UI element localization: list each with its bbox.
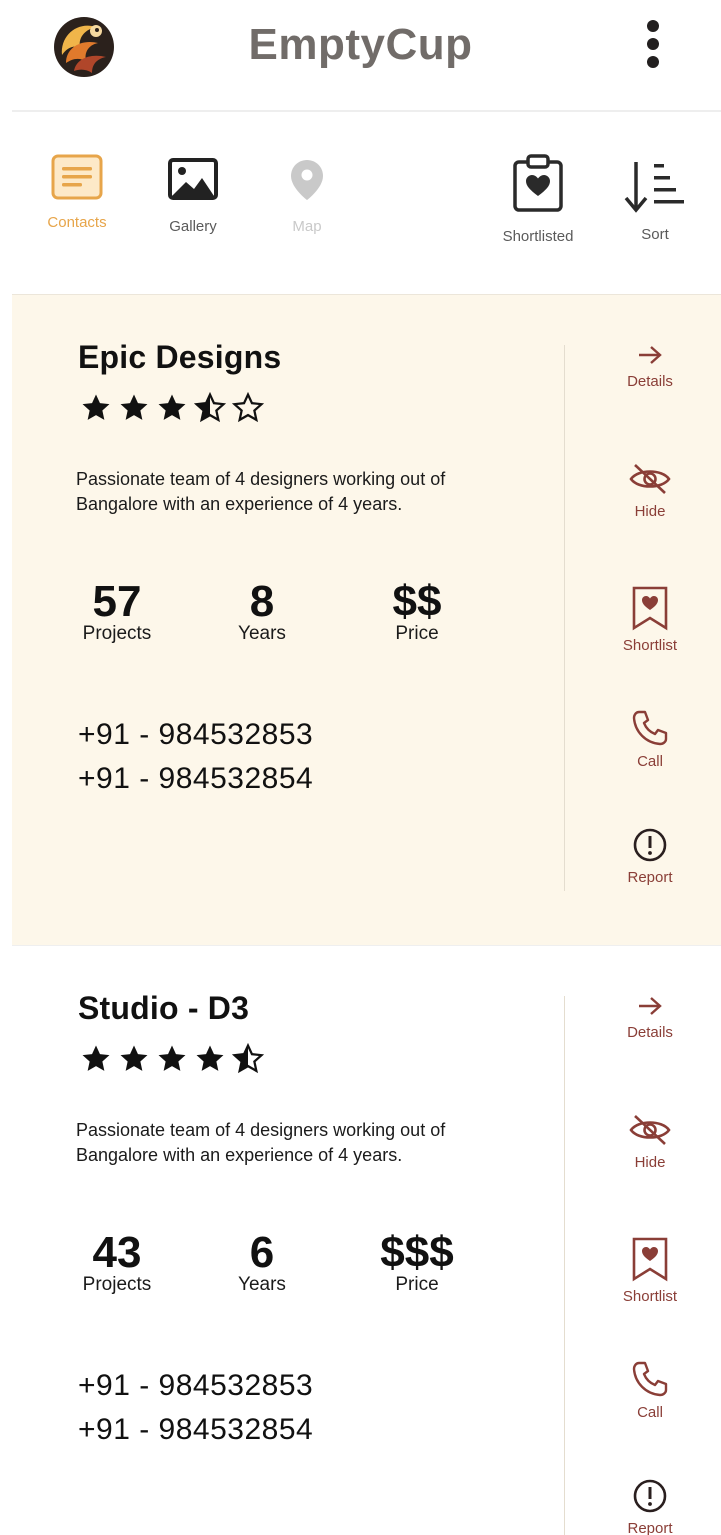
star-empty-icon [231,391,265,423]
bookmark-heart-icon [632,586,668,631]
star-rating [78,1042,268,1082]
designer-description: Passionate team of 4 designers working o… [76,469,446,514]
details-button[interactable]: Details [600,343,700,390]
tab-contacts[interactable]: Contacts [28,154,126,231]
action-label: Hide [634,1154,666,1171]
stat-caption: Years [238,623,286,644]
action-label: Shortlist [622,1288,678,1305]
tab-map[interactable]: Map [266,158,348,235]
phone-number: +91 - 984532853 [78,718,314,751]
tab-label: Sort [641,226,669,243]
stat-caption: Projects [82,1274,152,1295]
report-button[interactable]: Report [600,827,700,886]
designer-card: Studio - D3 Passionate team of 4 designe… [12,945,721,1535]
map-pin-icon [291,160,323,200]
stat-caption: Price [395,1274,439,1295]
stat-value: 43 [92,1228,142,1277]
contacts-icon [51,154,103,200]
eye-off-icon [629,1115,671,1145]
star-filled-icon [82,1045,110,1071]
clipboard-heart-icon [513,154,563,212]
action-label: Call [637,1404,663,1421]
designer-card: Epic Designs Passionate team of 4 design… [12,295,721,945]
star-filled-icon [120,1045,148,1071]
phone-numbers: +91 - 984532853 +91 - 984532854 [78,1364,313,1452]
stat-price: $$$ Price [362,1228,472,1296]
stat-years: 8 Years [220,577,304,645]
designer-name: Epic Designs [78,339,282,375]
call-button[interactable]: Call [600,709,700,770]
report-button[interactable]: Report [600,1478,700,1535]
menu-dot [647,38,659,50]
phone-number: +91 - 984532854 [78,1413,314,1446]
tab-label: Shortlisted [502,228,574,245]
tab-label: Gallery [169,218,217,235]
app-title: EmptyCup [248,20,473,69]
stat-projects: 57 Projects [72,577,162,645]
designer-name: Studio - D3 [78,990,250,1026]
phone-number: +91 - 984532854 [78,762,314,795]
action-label: Report [627,1520,673,1535]
hide-button[interactable]: Hide [600,1112,700,1171]
alert-circle-icon [633,828,667,862]
stat-value: 8 [249,577,275,626]
action-label: Details [627,1024,673,1041]
actions-divider [564,345,565,891]
phone-icon [632,1361,668,1397]
hide-button[interactable]: Hide [600,461,700,520]
bookmark-heart-icon [632,1237,668,1282]
shortlist-button[interactable]: Shortlist [600,1236,700,1305]
action-label: Report [627,869,673,886]
arrow-right-icon [639,997,662,1015]
phone-numbers: +91 - 984532853 +91 - 984532854 [78,713,313,801]
app-header: EmptyCup [0,0,721,112]
tab-label: Map [292,218,322,235]
action-label: Hide [634,503,666,520]
sort-icon [624,162,684,213]
action-label: Details [627,373,673,390]
action-label: Call [637,753,663,770]
stat-years: 6 Years [220,1228,304,1296]
more-options-button[interactable] [632,18,676,70]
menu-dot [647,56,659,68]
tab-bar: Contacts Gallery Map Shortlisted Sort [0,112,721,295]
stat-value: 57 [92,577,142,626]
alert-circle-icon [633,1479,667,1513]
tab-sort[interactable]: Sort [608,158,702,243]
eye-off-icon [629,464,671,494]
designer-description: Passionate team of 4 designers working o… [76,1120,446,1165]
shortlist-button[interactable]: Shortlist [600,585,700,654]
star-half-icon [231,1042,265,1074]
tab-label: Contacts [47,214,107,231]
star-filled-icon [82,394,110,420]
stat-value: $$ [392,577,442,626]
stat-caption: Price [395,623,439,644]
action-label: Shortlist [622,637,678,654]
star-rating [78,391,268,431]
tab-gallery[interactable]: Gallery [145,158,241,235]
star-half-icon [193,391,227,423]
more-vertical-icon [647,20,659,32]
stat-caption: Years [238,1274,286,1295]
star-filled-icon [120,394,148,420]
arrow-right-icon [639,346,662,364]
stat-value: 6 [249,1228,275,1277]
tab-shortlisted[interactable]: Shortlisted [484,154,592,245]
stat-price: $$ Price [362,577,472,645]
star-filled-icon [196,1045,224,1071]
phone-number: +91 - 984532853 [78,1369,314,1402]
star-filled-icon [158,394,186,420]
call-button[interactable]: Call [600,1360,700,1421]
star-filled-icon [158,1045,186,1071]
actions-divider [564,996,565,1535]
stat-value: $$$ [380,1228,454,1277]
image-icon [168,158,218,200]
details-button[interactable]: Details [600,994,700,1041]
stat-caption: Projects [82,623,152,644]
stat-projects: 43 Projects [72,1228,162,1296]
phone-icon [632,710,668,746]
